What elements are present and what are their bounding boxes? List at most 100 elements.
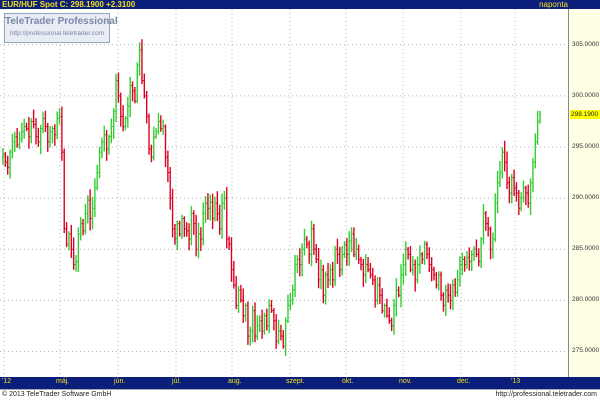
- ohlc-bar: [496, 170, 499, 214]
- x-axis: '12 máj. jún. júl. aug. szept. okt. nov. dec. '13: [0, 377, 568, 389]
- ohlc-bar: [121, 105, 125, 132]
- ohlc-bar: [206, 193, 210, 220]
- chart-header: EUR/HUF Spot C: 298.1900 +2.3100 naponta: [0, 0, 600, 9]
- ohlc-bar: [486, 217, 490, 237]
- ohlc-bar: [246, 301, 250, 345]
- y-tick-label: 275.0000: [572, 347, 600, 355]
- ohlc-bar: [300, 243, 304, 277]
- ohlc-bar: [371, 267, 374, 286]
- gridlines: [0, 9, 568, 377]
- ohlc-bar: [88, 189, 92, 231]
- x-tick-label: '12: [2, 378, 12, 385]
- ohlc-bar: [291, 284, 294, 305]
- ohlc-bar: [326, 262, 330, 289]
- ohlc-bar: [171, 188, 174, 238]
- last-price-badge: 298.1900: [570, 109, 600, 119]
- ohlc-bar: [435, 271, 438, 289]
- x-tick-label: dec.: [457, 378, 471, 385]
- ohlc-bar: [359, 256, 363, 271]
- ohlc-bar: [86, 195, 89, 224]
- x-tick-label: okt.: [342, 378, 354, 385]
- ohlc-bar: [169, 167, 172, 210]
- ohlc-bar: [279, 324, 283, 341]
- ohlc-bar: [199, 227, 203, 251]
- ohlc-bars: [1, 39, 542, 356]
- ohlc-bar: [307, 240, 311, 264]
- ohlc-bar: [190, 206, 193, 246]
- ohlc-bar: [13, 131, 16, 152]
- ohlc-bar: [11, 133, 14, 159]
- logo-url: http://professional.teletrader.com: [9, 30, 105, 37]
- ohlc-bar: [369, 262, 372, 279]
- ohlc-bar: [529, 178, 532, 215]
- ohlc-bar: [510, 173, 513, 204]
- ohlc-bar: [8, 149, 12, 179]
- ohlc-bar: [131, 81, 134, 102]
- ohlc-bar: [93, 178, 97, 217]
- x-tick-label: júl.: [172, 378, 181, 385]
- ohlc-bar: [244, 303, 247, 322]
- ohlc-bar: [147, 113, 151, 155]
- interval-label[interactable]: naponta: [539, 0, 568, 9]
- ohlc-bar: [260, 309, 264, 339]
- copyright-text: © 2013 TeleTrader Software GmbH: [2, 391, 112, 398]
- y-tick-label: 300.0000: [572, 91, 600, 99]
- ohlc-bar: [428, 247, 431, 273]
- ohlc-bar: [362, 258, 365, 287]
- ohlc-bar: [383, 303, 386, 318]
- ohlc-bar: [107, 134, 111, 155]
- ohlc-bar: [48, 126, 52, 148]
- price-chart[interactable]: [0, 9, 568, 377]
- ohlc-bar: [519, 192, 523, 212]
- ohlc-bar: [140, 39, 144, 85]
- ohlc-bar: [242, 288, 245, 323]
- ohlc-bar: [465, 251, 469, 269]
- ohlc-bar: [373, 275, 377, 308]
- ohlc-bar: [355, 238, 358, 260]
- ohlc-bar: [388, 307, 391, 324]
- ohlc-bar: [263, 312, 266, 335]
- ohlc-bar: [4, 151, 7, 167]
- ohlc-bar: [79, 217, 82, 241]
- ohlc-bar: [91, 196, 94, 230]
- ohlc-bar: [312, 223, 316, 255]
- ohlc-bar: [536, 110, 539, 145]
- chart-window: EUR/HUF Spot C: 298.1900 +2.3100 naponta…: [0, 0, 600, 401]
- ohlc-bar: [204, 196, 207, 223]
- ohlc-bar: [501, 146, 504, 179]
- ohlc-bar: [187, 223, 191, 251]
- ohlc-bar: [258, 315, 261, 333]
- ohlc-bar: [211, 193, 214, 230]
- ohlc-bar: [425, 241, 429, 260]
- ohlc-bar: [494, 193, 497, 242]
- ohlc-bar: [348, 231, 351, 266]
- ohlc-bar: [119, 92, 122, 127]
- x-tick-label: '13: [511, 378, 521, 385]
- ohlc-bar: [475, 239, 478, 258]
- ohlc-bar: [96, 164, 99, 191]
- x-tick-label: nov.: [399, 378, 412, 385]
- ohlc-bar: [531, 157, 535, 193]
- y-tick-label: 295.0000: [572, 143, 600, 150]
- ohlc-bar: [237, 286, 240, 313]
- ohlc-bar: [166, 150, 170, 183]
- ohlc-bar: [185, 222, 188, 237]
- ohlc-bar: [449, 284, 452, 310]
- ohlc-bar: [161, 119, 165, 135]
- x-tick-label: szept.: [286, 378, 305, 385]
- ohlc-bar: [34, 118, 38, 145]
- ohlc-bar: [461, 252, 464, 276]
- ohlc-bar: [522, 180, 525, 203]
- ohlc-bar: [340, 246, 344, 276]
- ohlc-bar: [338, 246, 342, 278]
- footer-url[interactable]: http://professional.teletrader.com: [495, 391, 597, 398]
- ohlc-bar: [413, 259, 417, 292]
- ohlc-bar: [216, 191, 219, 222]
- ohlc-bar: [227, 236, 231, 250]
- ohlc-bar: [126, 96, 130, 128]
- ohlc-bar: [524, 185, 528, 206]
- x-tick-label: aug.: [228, 378, 242, 385]
- ohlc-bar: [37, 127, 40, 147]
- ohlc-bar: [74, 254, 78, 272]
- ohlc-bar: [472, 246, 476, 262]
